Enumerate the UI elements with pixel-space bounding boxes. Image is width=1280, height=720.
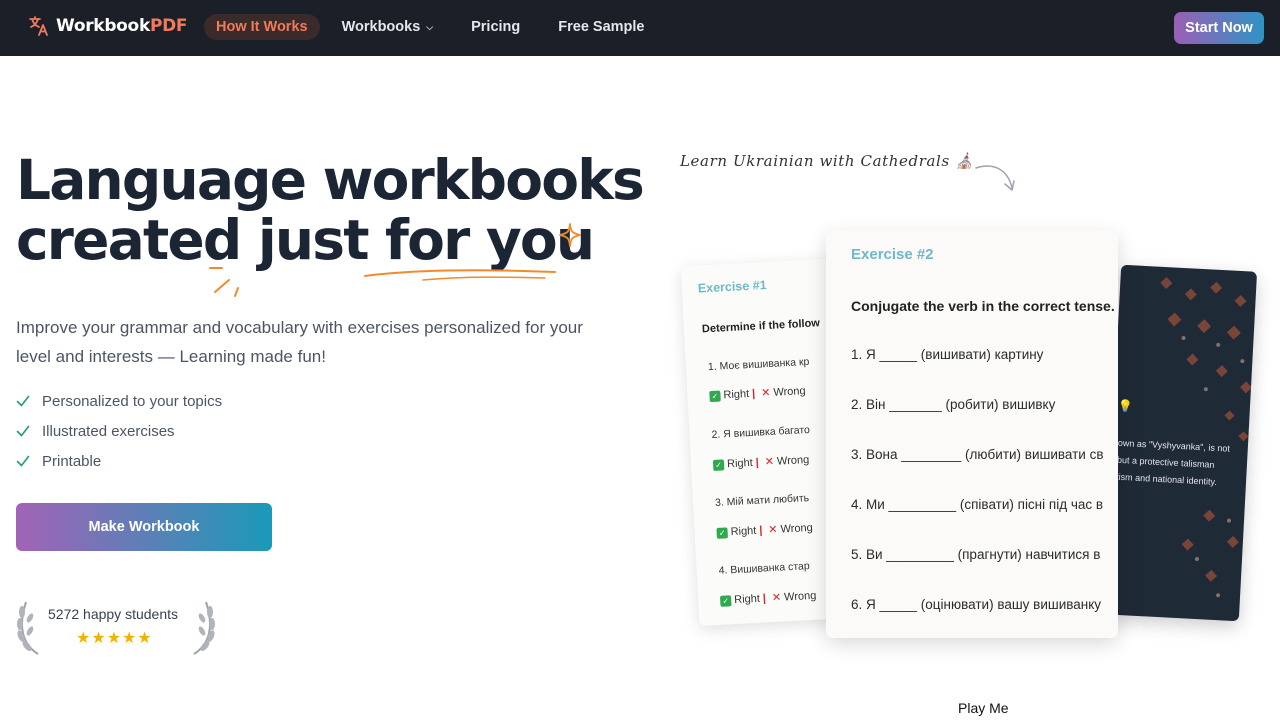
- curved-arrow-icon: [975, 165, 1015, 191]
- cross-icon: ✕: [760, 386, 771, 400]
- illustration-card[interactable]: 💡 own as "Vyshyvanka", is not but a prot…: [1102, 264, 1258, 622]
- wrong-label: Wrong: [773, 385, 806, 399]
- hero-headline: Language workbooks created just for you: [16, 148, 645, 270]
- check-icon: [16, 395, 30, 407]
- wrong-label: Wrong: [776, 453, 810, 468]
- check-box-icon: ✓: [712, 459, 725, 471]
- exercise-question: 3. Вона ________ (любити) вишивати св: [851, 447, 1104, 462]
- right-label: Right: [726, 456, 754, 471]
- feature-item: Illustrated exercises: [16, 416, 222, 446]
- separator: |: [762, 592, 767, 605]
- play-me-button[interactable]: Play Me: [958, 700, 1009, 716]
- worksheet-card-2[interactable]: Exercise #2 Conjugate the verb in the co…: [826, 230, 1118, 638]
- nav-workbooks[interactable]: Workbooks ⌵: [326, 14, 450, 40]
- right-label: Right: [730, 524, 757, 539]
- right-wrong-row: ✓ Right | ✕ Wrong: [719, 589, 817, 607]
- exercise-question: 1. Я _____ (вишивати) картину: [851, 347, 1044, 362]
- feature-list: Personalized to your topics Illustrated …: [16, 386, 222, 476]
- nav-free-sample[interactable]: Free Sample: [542, 14, 660, 40]
- logo[interactable]: WorkbookPDF: [28, 15, 188, 37]
- feature-label: Personalized to your topics: [42, 392, 223, 410]
- exercise-title: Exercise #2: [851, 246, 934, 263]
- exercise-question: 5. Ви _________ (прагнути) навчитися в: [851, 547, 1101, 562]
- exercise-question: 2. Він _______ (робити) вишивку: [851, 397, 1056, 412]
- nav-workbooks-label: Workbooks: [341, 19, 421, 35]
- rating-stars: ★★★★★: [76, 630, 153, 647]
- separator: |: [755, 456, 760, 469]
- scribble-underline-icon: [209, 267, 556, 297]
- happy-students-badge: 5272 happy students ★★★★★: [16, 598, 216, 656]
- exercise-prompt: Determine if the follow: [701, 317, 821, 336]
- nav-links: How It Works Workbooks ⌵ Pricing Free Sam…: [204, 14, 661, 40]
- right-wrong-row: ✓ Right | ✕ Wrong: [712, 453, 810, 471]
- exercise-question: 6. Я _____ (оцінювати) вашу вишиванку: [851, 597, 1102, 612]
- start-now-button[interactable]: Start Now: [1174, 12, 1264, 44]
- right-wrong-row: ✓ Right | ✕ Wrong: [716, 521, 813, 539]
- exercise-prompt: Conjugate the verb in the correct tense.: [851, 298, 1115, 314]
- feature-label: Printable: [42, 452, 102, 470]
- headline-line-1: Language workbooks: [16, 148, 645, 212]
- wrong-label: Wrong: [783, 589, 817, 604]
- nav-free-sample-label: Free Sample: [558, 19, 645, 35]
- exercise-question: 4. Вишиванка стар: [718, 560, 811, 577]
- check-box-icon: ✓: [709, 390, 721, 403]
- lightbulb-icon: 💡: [1117, 398, 1134, 414]
- exercise-question: 3. Мій мати любить: [714, 492, 810, 509]
- nav-how-it-works[interactable]: How It Works: [204, 14, 320, 40]
- right-label: Right: [723, 388, 750, 402]
- chevron-down-icon: ⌵: [426, 21, 434, 32]
- make-workbook-button[interactable]: Make Workbook: [16, 503, 272, 551]
- right-wrong-row: ✓ Right | ✕ Wrong: [709, 384, 806, 403]
- nav-how-it-works-label: How It Works: [216, 19, 308, 35]
- translate-icon: [29, 16, 48, 36]
- logo-text: WorkbookPDF: [56, 16, 188, 36]
- exercise-title: Exercise #1: [697, 277, 767, 296]
- cross-icon: ✕: [771, 591, 782, 605]
- wrong-label: Wrong: [780, 521, 814, 536]
- separator: |: [751, 387, 756, 400]
- feature-item: Personalized to your topics: [16, 386, 222, 416]
- cross-icon: ✕: [768, 523, 778, 537]
- separator: |: [759, 524, 763, 537]
- feature-label: Illustrated exercises: [42, 422, 175, 440]
- cross-icon: ✕: [764, 455, 775, 469]
- top-navbar: WorkbookPDF How It Works Workbooks ⌵ Pric…: [0, 0, 1280, 56]
- handwritten-note: Learn Ukrainian with Cathedrals ⛪: [680, 152, 975, 170]
- exercise-question: 1. Моє вишиванка кр: [707, 355, 810, 374]
- nav-pricing[interactable]: Pricing: [455, 14, 536, 40]
- check-icon: [16, 425, 30, 437]
- right-label: Right: [733, 592, 761, 607]
- laurel-left-icon: [17, 601, 39, 655]
- laurel-right-icon: [193, 601, 215, 655]
- exercise-question: 4. Ми _________ (співати) пісні під час …: [851, 497, 1104, 512]
- check-icon: [16, 455, 30, 467]
- feature-item: Printable: [16, 446, 222, 476]
- illustration-caption: own as "Vyshyvanka", is not but a protec…: [1116, 435, 1248, 493]
- students-count: 5272 happy students: [48, 606, 178, 622]
- nav-pricing-label: Pricing: [471, 19, 521, 35]
- hero-subtext: Improve your grammar and vocabulary with…: [16, 318, 583, 366]
- exercise-question: 2. Я вишивка багато: [711, 423, 811, 442]
- check-box-icon: ✓: [719, 595, 732, 607]
- check-box-icon: ✓: [716, 527, 728, 539]
- sparkle-icon: [559, 223, 581, 247]
